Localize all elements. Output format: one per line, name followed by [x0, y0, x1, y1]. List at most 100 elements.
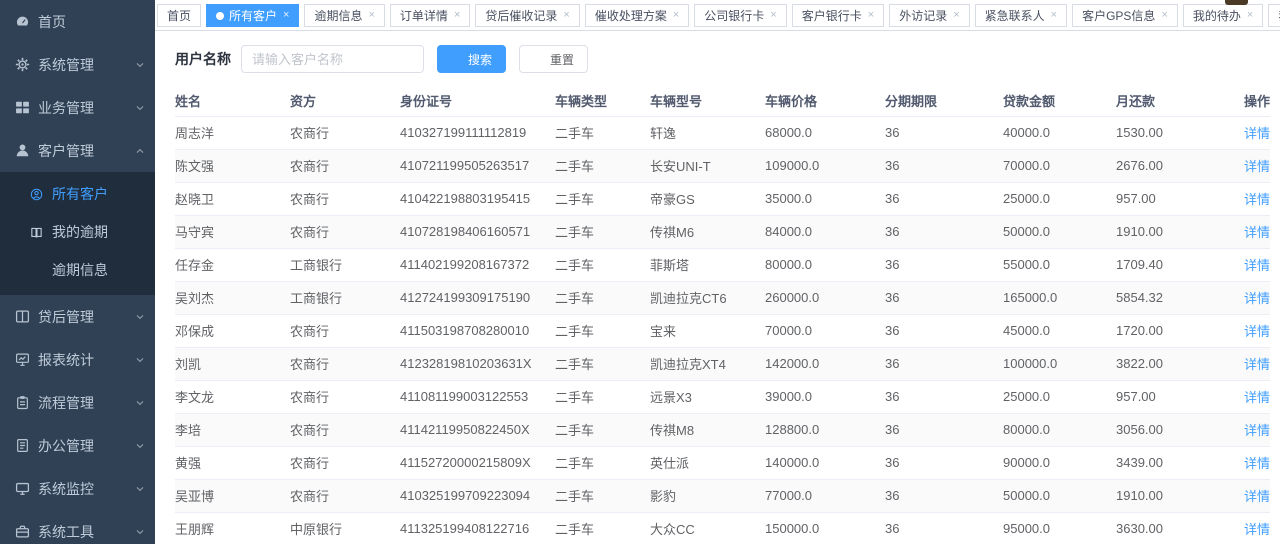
table-cell-action: 详情: [1226, 281, 1270, 314]
table-cell: 陈文强: [175, 149, 290, 182]
detail-link[interactable]: 详情: [1244, 291, 1270, 306]
chevron-down-icon: [135, 355, 145, 365]
chevron-down-icon: [135, 103, 145, 113]
detail-link[interactable]: 详情: [1244, 489, 1270, 504]
sidebar-item-首页[interactable]: 首页: [0, 0, 155, 43]
tab-客户GPS信息[interactable]: 客户GPS信息×: [1072, 4, 1178, 27]
sidebar-item-办公管理[interactable]: 办公管理: [0, 424, 155, 467]
table-cell: 二手车: [555, 248, 650, 281]
sidebar-item-系统监控[interactable]: 系统监控: [0, 467, 155, 510]
close-icon[interactable]: ×: [454, 10, 460, 21]
table-cell: 3822.00: [1116, 347, 1226, 380]
close-icon[interactable]: ×: [953, 10, 959, 21]
sidebar-item-贷后管理[interactable]: 贷后管理: [0, 295, 155, 338]
column-header-操作: 操作: [1226, 86, 1270, 116]
table-cell: 100000.0: [1003, 347, 1116, 380]
sidebar-item-label: 办公管理: [38, 436, 135, 456]
sidebar: 首页系统管理业务管理客户管理所有客户我的逾期逾期信息贷后管理报表统计流程管理办公…: [0, 0, 155, 544]
table-cell: 35000.0: [765, 182, 885, 215]
table-cell: 帝豪GS: [650, 182, 765, 215]
sidebar-item-流程管理[interactable]: 流程管理: [0, 381, 155, 424]
table-cell: 411081199003122553: [400, 380, 555, 413]
sidebar-nav: 首页系统管理业务管理客户管理所有客户我的逾期逾期信息贷后管理报表统计流程管理办公…: [0, 0, 155, 544]
sidebar-item-系统工具[interactable]: 系统工具: [0, 510, 155, 544]
detail-link[interactable]: 详情: [1244, 423, 1270, 438]
tab-strip: 首页所有客户×逾期信息×订单详情×贷后催收记录×催收处理方案×公司银行卡×客户银…: [157, 3, 1280, 27]
table-cell: 周志洋: [175, 116, 290, 149]
close-icon[interactable]: ×: [770, 10, 776, 21]
close-icon[interactable]: ×: [1247, 10, 1253, 21]
sidebar-subitem-我的逾期[interactable]: 我的逾期: [0, 213, 155, 251]
table-cell: 凯迪拉克CT6: [650, 281, 765, 314]
chevron-down-icon: [135, 527, 145, 537]
detail-link[interactable]: 详情: [1244, 357, 1270, 372]
close-icon[interactable]: ×: [563, 10, 569, 21]
sidebar-item-报表统计[interactable]: 报表统计: [0, 338, 155, 381]
table-cell: 赵晓卫: [175, 182, 290, 215]
detail-link[interactable]: 详情: [1244, 192, 1270, 207]
table-cell: 36: [885, 479, 1003, 512]
table-row: 任存金工商银行411402199208167372二手车菲斯塔80000.036…: [175, 248, 1270, 281]
avatar-partial[interactable]: [1225, 0, 1248, 5]
close-icon[interactable]: ×: [283, 10, 289, 21]
close-icon[interactable]: ×: [673, 10, 679, 21]
table-cell: 411402199208167372: [400, 248, 555, 281]
reset-button[interactable]: 重置: [519, 45, 588, 73]
tab-label: 贷后催收记录: [485, 7, 557, 24]
detail-link[interactable]: 详情: [1244, 324, 1270, 339]
tab-逾期信息[interactable]: 逾期信息×: [304, 4, 384, 27]
table-cell: 黄强: [175, 446, 290, 479]
detail-link[interactable]: 详情: [1244, 390, 1270, 405]
table-cell-action: 详情: [1226, 182, 1270, 215]
sidebar-item-系统管理[interactable]: 系统管理: [0, 43, 155, 86]
search-button[interactable]: 搜索: [437, 45, 506, 73]
tab-label: 订单详情: [400, 7, 448, 24]
tab-我的流程[interactable]: 我的流程×: [1268, 4, 1280, 27]
table-cell: 二手车: [555, 215, 650, 248]
close-icon[interactable]: ×: [868, 10, 874, 21]
close-icon[interactable]: ×: [1161, 10, 1167, 21]
tab-客户银行卡[interactable]: 客户银行卡×: [792, 4, 884, 27]
tab-外访记录[interactable]: 外访记录×: [889, 4, 969, 27]
sidebar-subitem-逾期信息[interactable]: 逾期信息: [0, 251, 155, 289]
sidebar-item-label: 首页: [38, 12, 145, 32]
column-header-分期期限: 分期期限: [885, 86, 1003, 116]
table-cell: 工商银行: [290, 281, 400, 314]
tab-催收处理方案[interactable]: 催收处理方案×: [585, 4, 689, 27]
table-cell: 二手车: [555, 182, 650, 215]
search-button-label: 搜索: [468, 51, 492, 68]
chevron-down-icon: [135, 484, 145, 494]
customer-table: 姓名资方身份证号车辆类型车辆型号车辆价格分期期限贷款金额月还款操作 周志洋农商行…: [175, 86, 1270, 544]
tab-紧急联系人[interactable]: 紧急联系人×: [975, 4, 1067, 27]
tab-贷后催收记录[interactable]: 贷后催收记录 ×: [475, 4, 579, 27]
close-icon[interactable]: ×: [368, 10, 374, 21]
columns-icon: [15, 309, 30, 324]
chevron-down-icon: [135, 312, 145, 322]
detail-link[interactable]: 详情: [1244, 258, 1270, 273]
table-cell: 411325199408122716: [400, 512, 555, 544]
tab-我的待办[interactable]: 我的待办×: [1183, 4, 1263, 27]
table-cell: 二手车: [555, 347, 650, 380]
table-cell-action: 详情: [1226, 314, 1270, 347]
grid-icon: [15, 100, 30, 115]
table-cell: 140000.0: [765, 446, 885, 479]
table-cell: 3056.00: [1116, 413, 1226, 446]
tab-所有客户[interactable]: 所有客户×: [206, 4, 299, 27]
column-header-月还款: 月还款: [1116, 86, 1226, 116]
detail-link[interactable]: 详情: [1244, 159, 1270, 174]
sidebar-item-业务管理[interactable]: 业务管理: [0, 86, 155, 129]
sidebar-item-label: 业务管理: [38, 98, 135, 118]
tab-公司银行卡[interactable]: 公司银行卡×: [694, 4, 786, 27]
detail-link[interactable]: 详情: [1244, 126, 1270, 141]
close-icon[interactable]: ×: [1051, 10, 1057, 21]
table-cell: 5854.32: [1116, 281, 1226, 314]
detail-link[interactable]: 详情: [1244, 225, 1270, 240]
sidebar-subitem-所有客户[interactable]: 所有客户: [0, 175, 155, 213]
detail-link[interactable]: 详情: [1244, 522, 1270, 537]
tab-首页[interactable]: 首页: [157, 4, 201, 27]
sidebar-item-客户管理[interactable]: 客户管理: [0, 129, 155, 172]
customer-name-input[interactable]: [241, 45, 424, 73]
tab-订单详情[interactable]: 订单详情 ×: [390, 4, 470, 27]
detail-link[interactable]: 详情: [1244, 456, 1270, 471]
table-cell: 45000.0: [1003, 314, 1116, 347]
